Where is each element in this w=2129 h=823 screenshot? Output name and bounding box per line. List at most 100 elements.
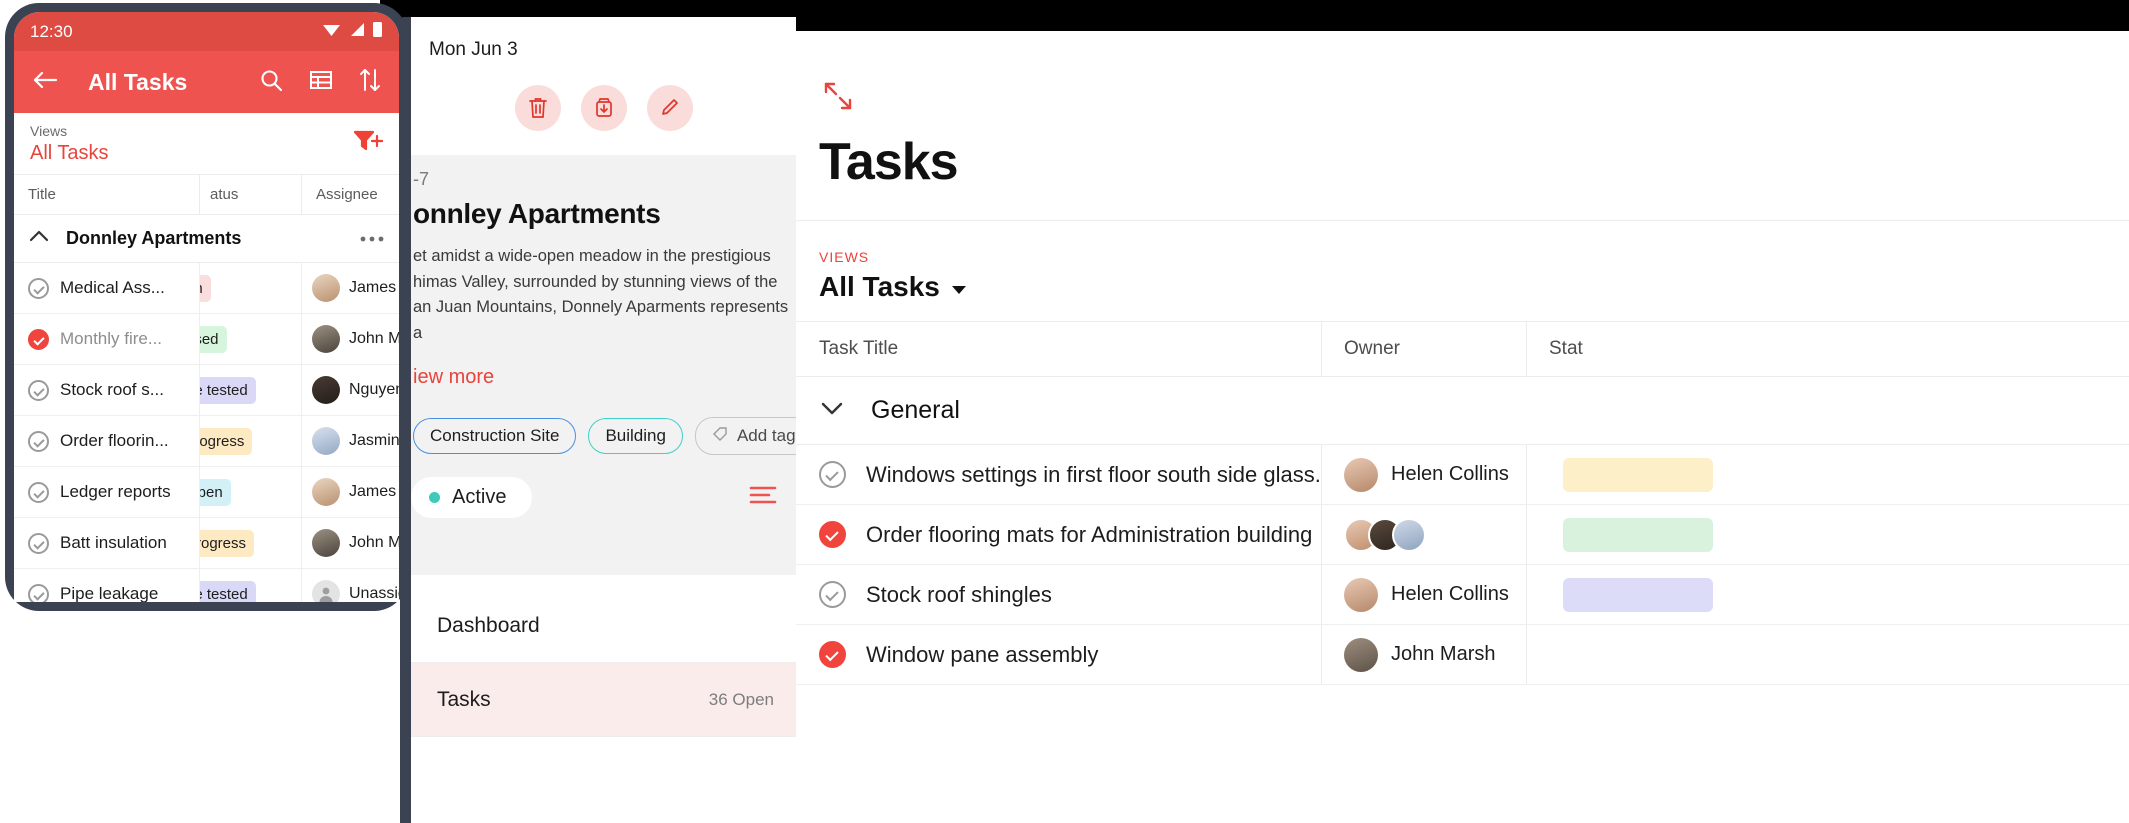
avatar-placeholder-icon bbox=[312, 580, 340, 602]
nav-item-tasks[interactable]: Tasks 36 Open bbox=[411, 663, 796, 737]
status-badge[interactable] bbox=[1563, 517, 1713, 552]
column-header-title[interactable]: Title bbox=[14, 186, 199, 203]
group-header-general[interactable]: General bbox=[791, 377, 2129, 445]
views-selector[interactable]: VIEWS All Tasks bbox=[791, 220, 2129, 321]
bottom-nav: Dashboard Tasks 36 Open bbox=[411, 589, 796, 737]
table-view-icon[interactable] bbox=[309, 69, 333, 96]
avatar-group[interactable] bbox=[1344, 517, 1426, 552]
group-header-donnley-apartments[interactable]: Donnley Apartments bbox=[14, 215, 399, 263]
detail-action-bar bbox=[411, 85, 796, 131]
desktop-table-header: Task Title Owner Stat bbox=[791, 321, 2129, 377]
more-options-icon[interactable] bbox=[359, 230, 385, 248]
task-title: Window pane assembly bbox=[866, 641, 1099, 667]
status-badge[interactable]: Active bbox=[411, 477, 533, 519]
task-title: Stock roof s... bbox=[60, 380, 164, 399]
status-badge[interactable]: be tested bbox=[200, 580, 256, 602]
sort-icon[interactable] bbox=[359, 68, 381, 97]
task-complete-toggle[interactable] bbox=[28, 430, 49, 452]
task-complete-toggle[interactable] bbox=[819, 461, 846, 488]
assignee-name: Jasmine bbox=[349, 432, 399, 449]
status-badge[interactable]: osed bbox=[200, 325, 227, 353]
task-complete-toggle[interactable] bbox=[28, 379, 49, 401]
task-complete-toggle[interactable] bbox=[819, 521, 846, 548]
table-row[interactable]: Batt insulation Progress John Mar bbox=[14, 518, 399, 569]
table-row[interactable]: Order floorin... progress Jasmine bbox=[14, 416, 399, 467]
wifi-icon bbox=[322, 22, 341, 42]
status-badge[interactable] bbox=[1563, 577, 1713, 612]
view-more-link[interactable]: iew more bbox=[411, 366, 796, 389]
task-complete-toggle[interactable] bbox=[819, 581, 846, 608]
task-title: Ledger reports bbox=[60, 482, 171, 501]
avatar bbox=[1344, 577, 1378, 612]
add-filter-icon[interactable] bbox=[353, 128, 384, 159]
delete-button[interactable] bbox=[514, 85, 561, 131]
table-row[interactable]: Order flooring mats for Administration b… bbox=[791, 505, 2129, 565]
task-complete-toggle[interactable] bbox=[28, 583, 49, 602]
tag-construction-site[interactable]: Construction Site bbox=[413, 418, 577, 455]
phone-screen: 12:30 All Tasks Views All Tasks Title at… bbox=[14, 12, 399, 602]
task-complete-toggle[interactable] bbox=[819, 641, 846, 668]
tablet-screen: Mon Jun 3 -7 onnley Apartments et amidst… bbox=[411, 17, 796, 823]
phone-device: 12:30 All Tasks Views All Tasks Title at… bbox=[5, 3, 408, 611]
table-row[interactable]: Ledger reports Open James Cl bbox=[14, 467, 399, 518]
status-badge[interactable] bbox=[1563, 637, 1713, 672]
task-complete-toggle[interactable] bbox=[28, 328, 49, 350]
screenshot-stage: Tasks VIEWS All Tasks Task Title Owner S… bbox=[0, 0, 2129, 823]
group-name: General bbox=[871, 396, 960, 424]
add-tag-button[interactable]: Add tag bbox=[694, 417, 796, 456]
task-title: Windows settings in first floor south si… bbox=[866, 461, 1321, 487]
table-row[interactable]: Window pane assembly John Marsh bbox=[791, 625, 2129, 685]
expand-arrows-icon[interactable] bbox=[791, 31, 2129, 118]
column-header-task-title[interactable]: Task Title bbox=[791, 322, 1321, 376]
table-row[interactable]: Stock roof s... be tested Nguyen S bbox=[14, 365, 399, 416]
chevron-up-icon[interactable] bbox=[28, 228, 50, 249]
phone-app-bar: All Tasks bbox=[14, 51, 399, 113]
project-id: -7 bbox=[413, 169, 430, 189]
table-row[interactable]: Pipe leakage be tested Unassign bbox=[14, 569, 399, 602]
table-row[interactable]: Monthly fire... osed John Mar bbox=[14, 314, 399, 365]
status-badge[interactable]: en bbox=[200, 274, 211, 302]
status-badge[interactable]: progress bbox=[200, 427, 253, 455]
tag-building[interactable]: Building bbox=[588, 418, 683, 455]
app-bar-actions bbox=[259, 68, 381, 97]
column-header-status[interactable]: atus bbox=[199, 175, 301, 214]
status-badge[interactable]: Open bbox=[200, 478, 231, 506]
chevron-down-icon[interactable] bbox=[819, 399, 845, 422]
table-row[interactable]: Windows settings in first floor south si… bbox=[791, 445, 2129, 505]
avatar bbox=[312, 427, 340, 455]
column-header-status[interactable]: Stat bbox=[1526, 322, 2129, 376]
archive-button[interactable] bbox=[580, 85, 627, 131]
assignee-name: Unassign bbox=[349, 585, 399, 602]
edit-button[interactable] bbox=[646, 85, 693, 131]
task-complete-toggle[interactable] bbox=[28, 277, 49, 299]
status-badge[interactable]: Progress bbox=[200, 529, 255, 557]
task-complete-toggle[interactable] bbox=[28, 532, 49, 554]
avatar bbox=[312, 325, 340, 353]
page-title: Tasks bbox=[819, 133, 959, 191]
phone-views-row[interactable]: Views All Tasks bbox=[14, 113, 399, 175]
app-bar-title: All Tasks bbox=[88, 68, 188, 95]
avatar bbox=[312, 274, 340, 302]
nav-item-dashboard[interactable]: Dashboard bbox=[411, 589, 796, 663]
task-title: Pipe leakage bbox=[60, 584, 159, 602]
column-header-assignee[interactable]: Assignee bbox=[301, 175, 399, 214]
search-icon[interactable] bbox=[259, 68, 283, 97]
back-arrow-icon[interactable] bbox=[32, 70, 58, 95]
table-row[interactable]: Medical Ass... en James Cl bbox=[14, 263, 399, 314]
task-title: Medical Ass... bbox=[60, 278, 165, 297]
status-dot-icon bbox=[429, 492, 440, 504]
status-badge[interactable]: be tested bbox=[200, 376, 256, 404]
tablet-device: Mon Jun 3 -7 onnley Apartments et amidst… bbox=[400, 17, 796, 823]
task-title: Monthly fire... bbox=[60, 329, 163, 348]
views-value-row[interactable]: All Tasks bbox=[819, 271, 2129, 303]
avatar bbox=[312, 529, 340, 557]
list-lines-icon[interactable] bbox=[748, 484, 778, 511]
status-badge[interactable] bbox=[1563, 457, 1713, 492]
table-row[interactable]: Stock roof shingles Helen Collins bbox=[791, 565, 2129, 625]
task-title: Order floorin... bbox=[60, 431, 169, 450]
task-complete-toggle[interactable] bbox=[28, 481, 49, 503]
column-header-owner[interactable]: Owner bbox=[1321, 322, 1526, 376]
current-date: Mon Jun 3 bbox=[429, 39, 518, 60]
owner-name: Helen Collins bbox=[1391, 583, 1509, 605]
nav-label: Tasks bbox=[437, 687, 491, 711]
